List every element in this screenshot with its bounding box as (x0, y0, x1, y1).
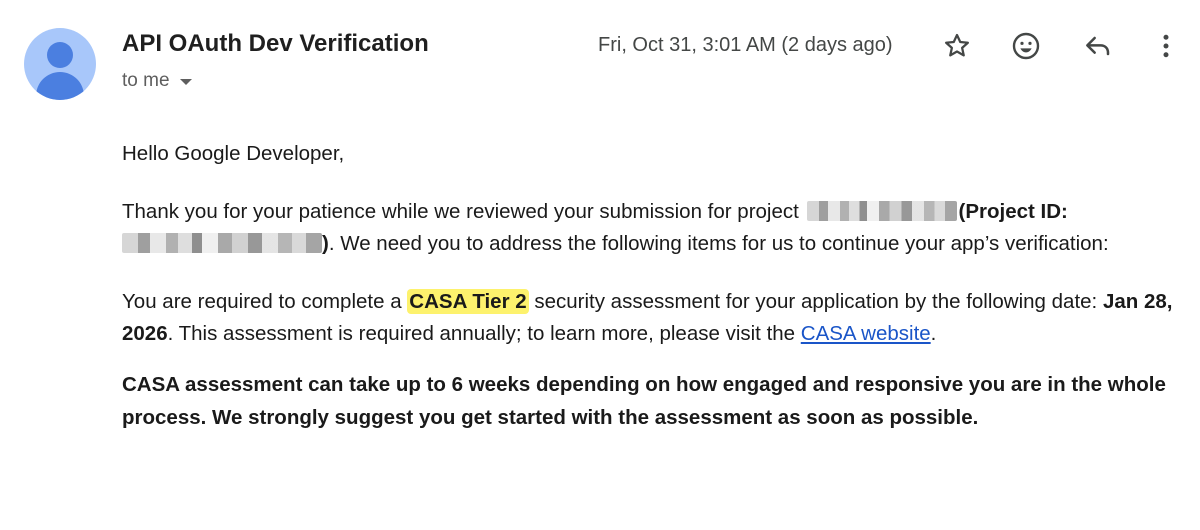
casa-website-link[interactable]: CASA website (801, 322, 931, 345)
thanks-paragraph: Thank you for your patience while we rev… (122, 196, 1188, 260)
chevron-down-icon[interactable] (179, 79, 192, 85)
casa-middle: security assessment for your application… (528, 290, 1103, 313)
recipient-label: to me (122, 70, 170, 91)
recipient-details-toggle[interactable]: to me (122, 70, 192, 92)
star-icon[interactable] (939, 28, 975, 64)
sender-name[interactable]: API OAuth Dev Verification (122, 30, 429, 58)
thanks-suffix: . We need you to address the following i… (328, 232, 1109, 255)
thanks-prefix: Thank you for your patience while we rev… (122, 200, 805, 223)
greeting-text: Hello Google Developer, (122, 142, 345, 165)
avatar-head-shape (47, 42, 73, 68)
reply-icon[interactable] (1080, 28, 1116, 64)
casa-end: . (930, 322, 937, 345)
emoji-icon[interactable] (1008, 28, 1044, 64)
project-id-label: (Project ID: (958, 200, 1068, 223)
email-body: Hello Google Developer, Thank you for yo… (122, 138, 1188, 434)
casa-tier-highlight: CASA Tier 2 (407, 289, 529, 314)
casa-suffix: . This assessment is required annually; … (167, 322, 801, 345)
redacted-project-id (122, 233, 322, 253)
project-id-close: ) (322, 232, 329, 255)
casa-paragraph: You are required to complete a CASA Tier… (122, 286, 1188, 350)
casa-prefix: You are required to complete a (122, 290, 408, 313)
sender-avatar[interactable] (24, 28, 96, 100)
assessment-warning: CASA assessment can take up to 6 weeks d… (122, 373, 1166, 429)
avatar-body-shape (36, 72, 84, 100)
more-vert-icon[interactable] (1148, 28, 1184, 64)
redacted-project-name (806, 201, 957, 221)
email-timestamp: Fri, Oct 31, 3:01 AM (2 days ago) (598, 34, 893, 56)
